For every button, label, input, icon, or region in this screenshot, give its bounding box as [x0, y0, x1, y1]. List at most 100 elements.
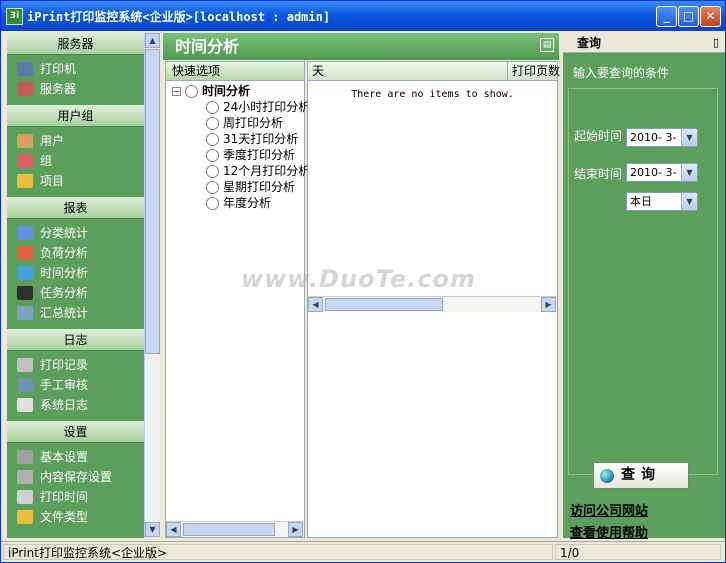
query-form: 起始时间 2010- 3- ▼ 结束时间 2010- 3- ▼ 本日 ▼ — [568, 88, 718, 475]
scroll-left-button[interactable]: ◀ — [166, 522, 181, 537]
column-pages[interactable]: 打印页数 — [508, 62, 560, 81]
tree-item[interactable]: 24小时打印分析 — [206, 99, 310, 115]
task-chart-icon — [17, 286, 33, 300]
end-time-value: 2010- 3- — [630, 166, 677, 179]
watermark: www.DuoTe.com — [241, 265, 476, 293]
tree-item-label: 12个月打印分析 — [223, 164, 311, 178]
scroll-thumb[interactable] — [145, 49, 160, 354]
sidebar-item[interactable]: 基本设置 — [7, 447, 144, 467]
sidebar-item[interactable]: 打印机 — [7, 59, 144, 79]
nav-group: 基本设置 内容保存设置 打印时间 文件类型 — [7, 443, 144, 533]
scroll-thumb[interactable] — [325, 298, 443, 311]
tree-collapse-icon[interactable]: − — [172, 87, 181, 96]
sidebar-item[interactable]: 手工审核 — [7, 375, 144, 395]
nav-group-header[interactable]: 报表 — [7, 197, 144, 219]
scroll-down-button[interactable]: ▼ — [145, 522, 160, 537]
tree-item[interactable]: 年度分析 — [206, 195, 271, 211]
tree-hscrollbar[interactable]: ◀ ▶ — [166, 521, 304, 537]
clock-icon — [206, 101, 219, 114]
left-navigation: 服务器 打印机 服务器 用户组 用户组项目 报表 分类统计 负荷分析 时间分析 任务分析 汇总统计日… — [7, 33, 144, 538]
pin-icon[interactable]: ▯ — [713, 33, 719, 53]
results-list: 天 打印页数 There are no items to show. ◀ ▶ — [307, 61, 560, 538]
nav-group: 分类统计 负荷分析时间分析任务分析 汇总统计 — [7, 219, 144, 329]
sidebar-item[interactable]: 负荷分析 — [7, 243, 144, 263]
column-day[interactable]: 天 — [308, 62, 508, 81]
nav-group-header[interactable]: 用户组 — [7, 105, 144, 127]
tree-root[interactable]: − 时间分析 — [172, 83, 250, 99]
sidebar-item[interactable]: 组 — [7, 151, 144, 171]
group-icon — [17, 154, 33, 168]
sidebar-item[interactable]: 任务分析 — [7, 283, 144, 303]
chevron-down-icon[interactable]: ▼ — [681, 193, 697, 210]
left-nav-scrollbar[interactable]: ▲ ▼ — [144, 33, 160, 538]
app-logo-icon: 3i — [6, 8, 23, 25]
nav-group-header[interactable]: 服务器 — [7, 33, 144, 55]
tree-item[interactable]: 星期打印分析 — [206, 179, 295, 195]
time-chart-icon — [17, 266, 33, 280]
scroll-right-button[interactable]: ▶ — [541, 297, 556, 312]
period-value: 本日 — [630, 195, 652, 208]
close-button[interactable]: ✕ — [700, 6, 721, 27]
tree-item-label: 星期打印分析 — [223, 180, 296, 194]
start-time-value: 2010- 3- — [630, 131, 677, 144]
sidebar-item[interactable]: 服务器 — [7, 79, 144, 99]
sidebar-item[interactable]: 汇总统计 — [7, 303, 144, 323]
status-page-count: 1/0 — [555, 544, 721, 560]
scroll-up-button[interactable]: ▲ — [145, 33, 160, 48]
query-panel: 查询 ▯ 输入要查询的条件 起始时间 2010- 3- ▼ 结束时间 2010- … — [563, 33, 725, 541]
end-time-label: 结束时间 — [574, 167, 623, 181]
sidebar-item-label: 打印记录 — [40, 358, 89, 372]
nav-group-header[interactable]: 日志 — [7, 329, 144, 351]
company-website-link[interactable]: 访问公司网站 — [570, 500, 648, 519]
tree-item-label: 年度分析 — [223, 196, 272, 210]
server-icon — [17, 82, 33, 96]
tree-item[interactable]: 周打印分析 — [206, 115, 283, 131]
query-panel-title: 查询 — [577, 36, 602, 50]
status-app-name: iPrint打印监控系统<企业版> — [3, 544, 553, 560]
content-settings-icon — [17, 470, 33, 484]
sidebar-item[interactable]: 系统日志 — [7, 395, 144, 415]
tree-item[interactable]: 12个月打印分析 — [206, 163, 310, 179]
chevron-down-icon[interactable]: ▼ — [681, 129, 697, 146]
sidebar-item[interactable]: 内容保存设置 — [7, 467, 144, 487]
sidebar-item-label: 组 — [40, 154, 53, 168]
system-log-icon — [17, 398, 33, 412]
maximize-button[interactable]: □ — [678, 6, 699, 27]
end-time-picker[interactable]: 2010- 3- ▼ — [626, 163, 698, 182]
sidebar-item[interactable]: 打印记录 — [7, 355, 144, 375]
chevron-down-icon[interactable]: ▼ — [681, 164, 697, 181]
sidebar-item-label: 时间分析 — [40, 266, 89, 280]
sidebar-item[interactable]: 文件类型 — [7, 507, 144, 527]
globe-icon — [600, 469, 614, 483]
sidebar-item-label: 手工审核 — [40, 378, 89, 392]
panel-export-icon[interactable]: ▤ — [540, 38, 554, 52]
app-window: 3i iPrint打印监控系统<企业版>[localhost : admin] … — [0, 0, 726, 563]
panel-title-bar: 时间分析 ▤ — [163, 33, 559, 60]
help-link[interactable]: 查看使用帮助 — [570, 522, 648, 541]
list-hscrollbar[interactable]: ◀ ▶ — [308, 296, 557, 312]
sidebar-item[interactable]: 项目 — [7, 171, 144, 191]
tree-item-label: 周打印分析 — [223, 116, 284, 130]
tree-item[interactable]: 季度打印分析 — [206, 147, 295, 163]
minimize-button[interactable]: _ — [656, 6, 677, 27]
start-time-picker[interactable]: 2010- 3- ▼ — [626, 128, 698, 147]
clock-icon — [206, 197, 219, 210]
query-prompt: 输入要查询的条件 — [573, 66, 670, 80]
query-button[interactable]: 查询 — [593, 462, 689, 489]
sidebar-item[interactable]: 打印时间 — [7, 487, 144, 507]
title-bar[interactable]: 3i iPrint打印监控系统<企业版>[localhost : admin] … — [1, 1, 725, 31]
sidebar-item[interactable]: 用户 — [7, 131, 144, 151]
summary-icon — [17, 306, 33, 320]
scroll-left-button[interactable]: ◀ — [308, 297, 323, 312]
nav-group-header[interactable]: 设置 — [7, 421, 144, 443]
nav-group: 用户组项目 — [7, 127, 144, 197]
scroll-thumb[interactable] — [183, 523, 275, 536]
query-panel-header: 查询 ▯ — [563, 33, 725, 53]
scroll-right-button[interactable]: ▶ — [288, 522, 303, 537]
basic-settings-icon — [17, 450, 33, 464]
tree-item[interactable]: 31天打印分析 — [206, 131, 298, 147]
project-icon — [17, 174, 33, 188]
sidebar-item[interactable]: 分类统计 — [7, 223, 144, 243]
period-select[interactable]: 本日 ▼ — [626, 192, 698, 211]
sidebar-item[interactable]: 时间分析 — [7, 263, 144, 283]
